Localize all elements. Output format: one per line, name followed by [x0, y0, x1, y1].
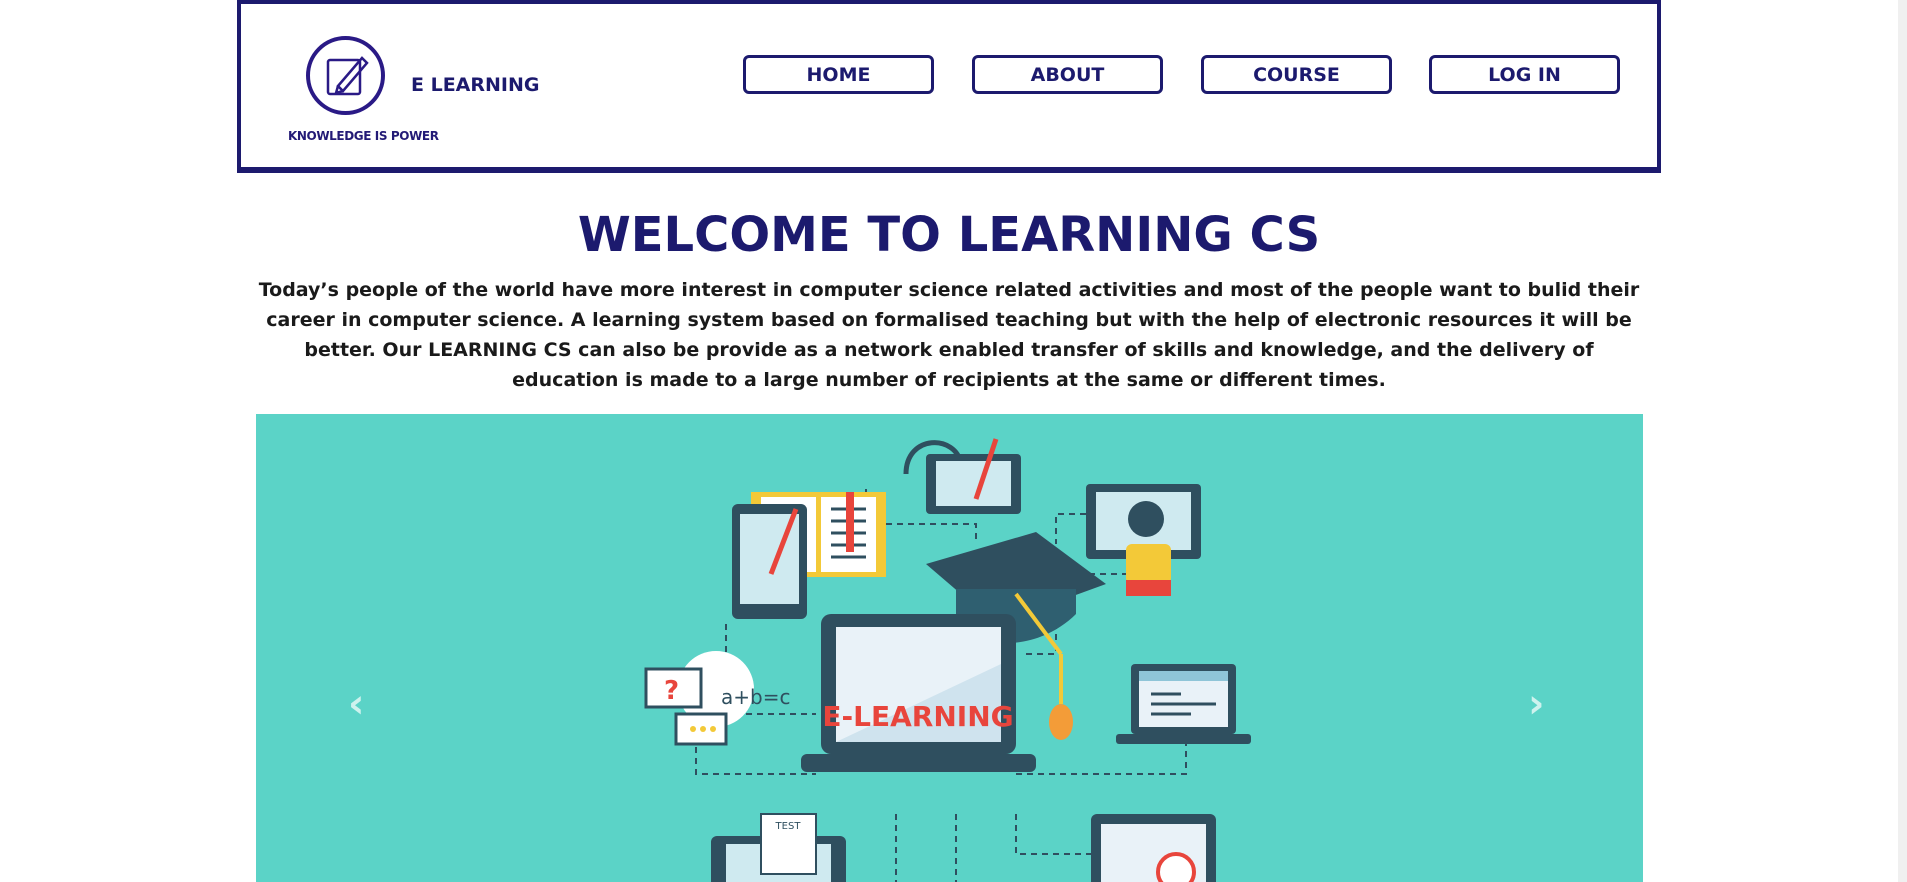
laptop-icon: E-LEARNING	[801, 614, 1036, 772]
brand-name[interactable]: E LEARNING	[411, 74, 539, 96]
nav-about-button[interactable]: ABOUT	[972, 55, 1163, 94]
small-laptop-icon	[1116, 664, 1251, 744]
nav-home-button[interactable]: HOME	[743, 55, 934, 94]
nav-login-button[interactable]: LOG IN	[1429, 55, 1620, 94]
logo[interactable]	[306, 36, 385, 115]
site-header: KNOWLEDGE IS POWER E LEARNING HOME ABOUT…	[237, 0, 1661, 173]
intro-paragraph: Today’s people of the world have more in…	[258, 279, 1640, 391]
test-paper-icon: TEST	[711, 813, 846, 882]
svg-text:?: ?	[664, 676, 679, 706]
page-scrollbar[interactable]	[1898, 0, 1907, 882]
logo-tagline: KNOWLEDGE IS POWER	[288, 129, 439, 143]
pencil-icon	[326, 56, 369, 96]
phone-icon	[732, 504, 807, 619]
svg-text:TEST: TEST	[775, 821, 802, 832]
quiz-icon: ? a+b=c	[644, 651, 790, 746]
chevron-left-icon[interactable]: ‹	[348, 684, 364, 724]
globe-screen-icon	[1091, 814, 1216, 882]
touch-screen-icon	[1086, 484, 1201, 596]
nav-course-button[interactable]: COURSE	[1201, 55, 1392, 94]
svg-text:a+b=c: a+b=c	[721, 685, 790, 709]
slide-caption: E-LEARNING	[822, 700, 1013, 733]
page-title: WELCOME TO LEARNING CS	[577, 207, 1321, 263]
e-learning-illustration: ? a+b=c E-LEARNING TEST	[644, 438, 1251, 882]
chevron-right-icon[interactable]: ›	[1528, 684, 1544, 724]
hero-carousel[interactable]: ? a+b=c E-LEARNING TEST ‹ ›	[256, 414, 1643, 882]
tablet-icon	[926, 438, 1021, 514]
